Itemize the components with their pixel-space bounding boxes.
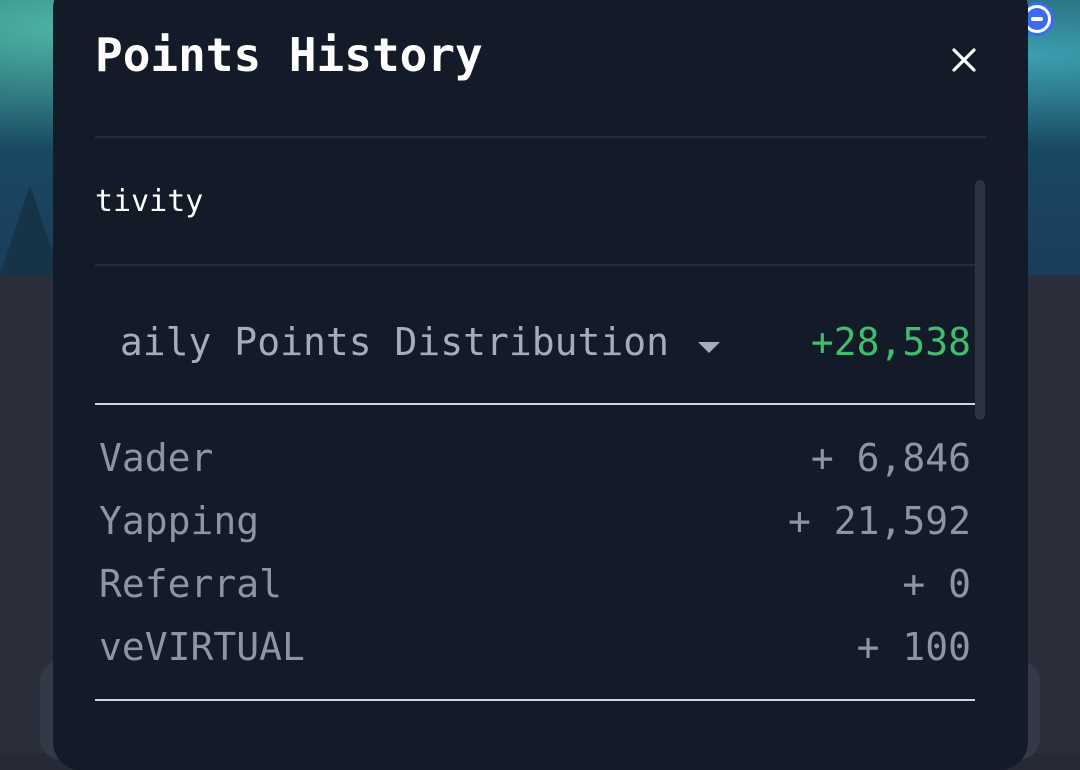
points-history-modal: Points History tivity aily Points Distri… xyxy=(53,0,1028,770)
points-history-scroll-area[interactable]: tivity aily Points Distribution +28,538 … xyxy=(95,0,975,770)
activity-tab-label[interactable]: tivity xyxy=(95,184,203,219)
distribution-total: +28,538 xyxy=(810,320,971,364)
breakdown-bottom-divider xyxy=(95,699,975,701)
scrollbar-thumb[interactable] xyxy=(975,180,985,420)
breakdown-value: + 21,592 xyxy=(787,499,971,543)
breakdown-value: + 100 xyxy=(856,625,971,669)
breakdown-row-vevirtual: veVIRTUAL + 100 xyxy=(99,625,975,675)
breakdown-row-vader: Vader + 6,846 xyxy=(99,436,975,486)
breakdown-row-yapping: Yapping + 21,592 xyxy=(99,499,975,549)
caret-down-icon xyxy=(698,342,720,353)
breakdown-row-referral: Referral + 0 xyxy=(99,562,975,612)
breakdown-name: Vader xyxy=(99,436,214,480)
breakdown-name: Referral xyxy=(99,562,283,606)
daily-points-distribution-toggle[interactable]: aily Points Distribution +28,538 xyxy=(95,320,975,380)
section-divider xyxy=(95,264,975,266)
breakdown-name: Yapping xyxy=(99,499,260,543)
breakdown-name: veVIRTUAL xyxy=(99,625,305,669)
breakdown-value: + 6,846 xyxy=(810,436,971,480)
distribution-divider xyxy=(95,403,975,405)
breakdown-value: + 0 xyxy=(902,562,971,606)
distribution-label: aily Points Distribution xyxy=(119,320,669,364)
